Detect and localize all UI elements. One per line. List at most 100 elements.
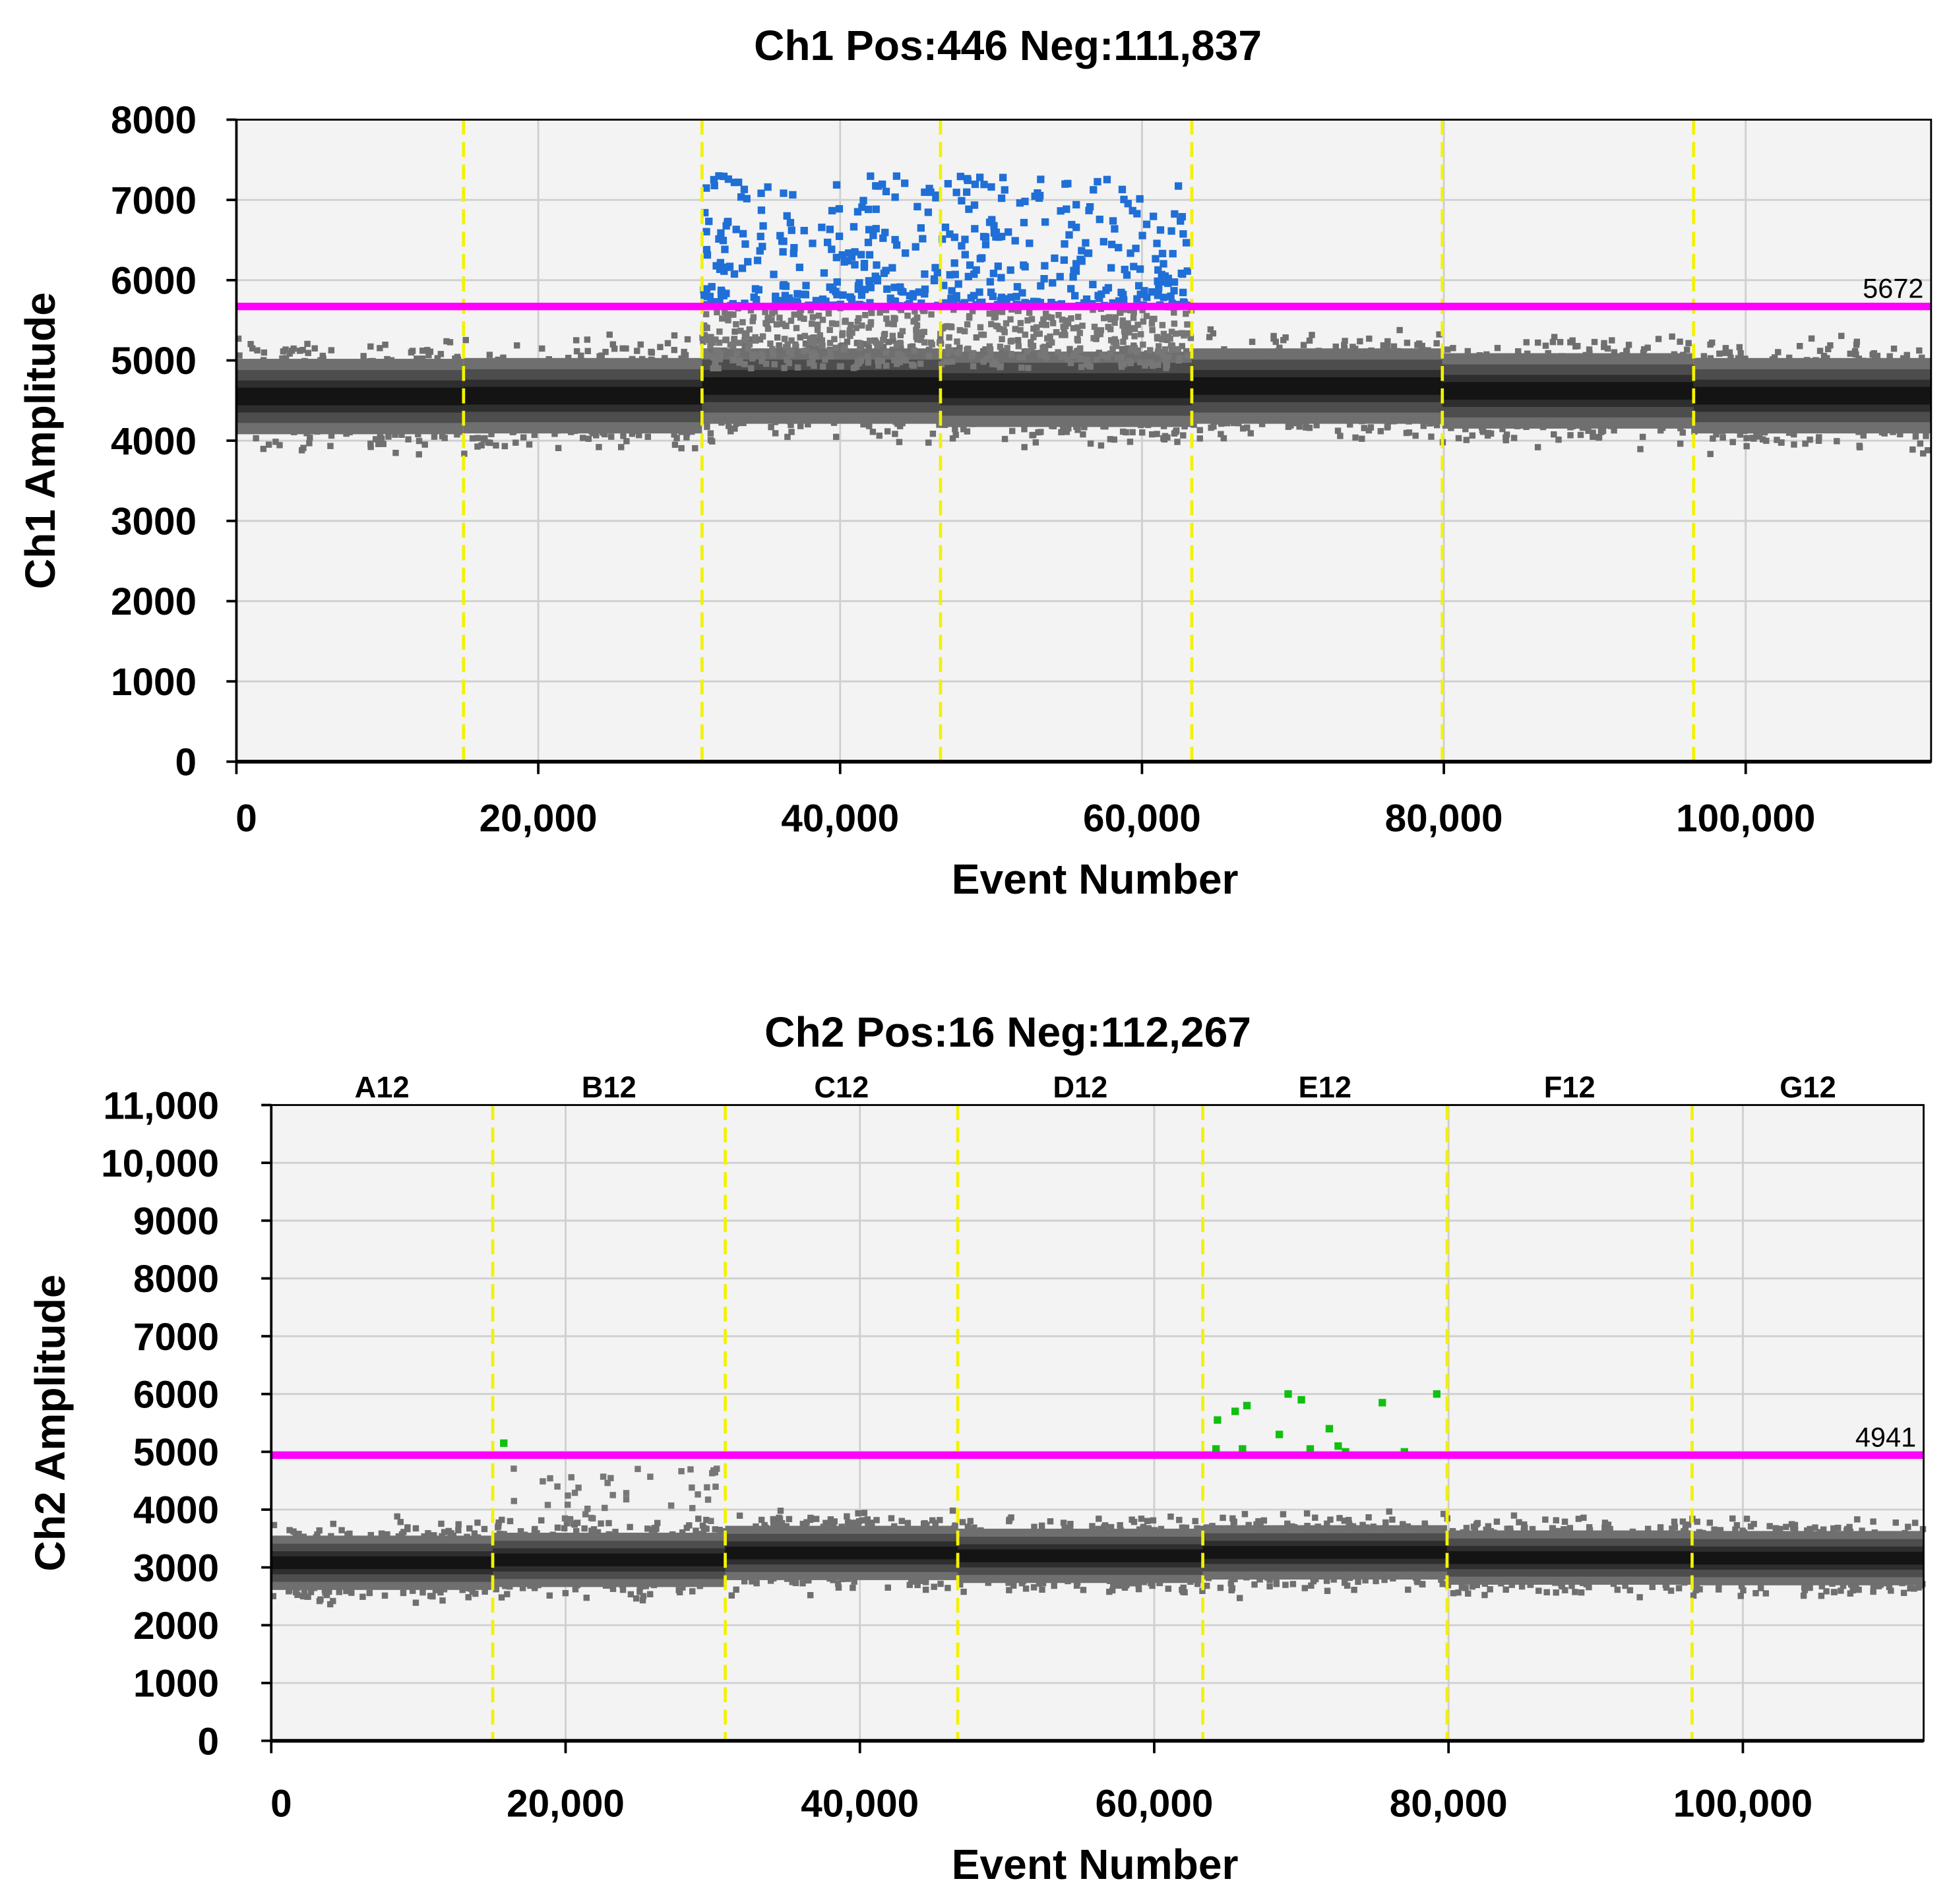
positive-droplet [851, 261, 859, 269]
rain-droplet [750, 314, 757, 321]
negative-droplet [1181, 423, 1188, 430]
negative-droplet [410, 1587, 416, 1594]
rain-droplet [759, 333, 766, 340]
negative-droplet [306, 440, 313, 446]
chart-title: Ch1 Pos:446 Neg:111,837 [754, 22, 1262, 69]
negative-droplet [1753, 429, 1760, 437]
negative-droplet-band [236, 387, 464, 406]
rain-droplet [1105, 324, 1111, 330]
negative-droplet [1149, 1582, 1156, 1589]
negative-droplet-band [1191, 377, 1442, 395]
positive-droplet [1078, 247, 1086, 255]
rain-droplet [1049, 320, 1057, 326]
negative-droplet [697, 1583, 703, 1589]
positive-droplet [890, 284, 898, 292]
negative-droplet [409, 348, 416, 354]
negative-droplet [311, 345, 318, 352]
negative-droplet [892, 431, 898, 437]
negative-droplet [1716, 1582, 1722, 1589]
rain-droplet [1067, 359, 1074, 367]
negative-droplet [929, 430, 937, 437]
negative-droplet [431, 1532, 437, 1539]
positive-droplet [1013, 283, 1022, 291]
negative-droplet [662, 355, 668, 361]
rain-droplet [1183, 311, 1189, 317]
positive-droplet [1104, 284, 1113, 292]
negative-droplet [741, 1578, 748, 1585]
negative-droplet [1390, 343, 1398, 350]
rain-droplet [846, 330, 853, 337]
y-tick-label: 4000 [133, 1489, 219, 1532]
negative-droplet [637, 341, 644, 348]
negative-droplet [937, 1580, 944, 1587]
negative-droplet [1579, 424, 1586, 431]
negative-droplet [952, 1522, 958, 1529]
negative-droplet [1347, 421, 1353, 428]
negative-droplet [792, 1580, 799, 1587]
rain-droplet [791, 311, 797, 318]
rain-droplet [708, 1518, 714, 1524]
negative-droplet [466, 1525, 473, 1532]
well-label: B12 [582, 1070, 636, 1104]
negative-droplet-band [1693, 386, 1931, 405]
negative-droplet [695, 1516, 702, 1522]
rain-droplet [1048, 314, 1055, 321]
rain-droplet [929, 341, 935, 348]
negative-droplet [1838, 332, 1845, 340]
rain-droplet [710, 354, 718, 361]
negative-droplet [1762, 1590, 1770, 1597]
negative-droplet [1555, 436, 1562, 443]
negative-droplet [1677, 338, 1683, 345]
negative-droplet [1081, 424, 1088, 431]
positive-droplet [980, 181, 988, 189]
positive-droplet [912, 243, 919, 251]
negative-droplet [1534, 444, 1541, 450]
positive-droplet [888, 264, 896, 272]
negative-droplet [1121, 347, 1129, 353]
negative-droplet [678, 355, 685, 362]
negative-droplet [678, 429, 685, 435]
rain-droplet [865, 359, 872, 366]
negative-droplet [1039, 1580, 1047, 1587]
positive-droplet [999, 173, 1007, 181]
positive-droplet [950, 233, 959, 241]
negative-droplet [1682, 1525, 1689, 1531]
negative-droplet [844, 1513, 850, 1520]
positive-droplet [1156, 226, 1165, 234]
y-tick-label: 1000 [133, 1663, 219, 1705]
rain-droplet [895, 351, 902, 357]
negative-droplet [1568, 1582, 1575, 1589]
negative-droplet [438, 1520, 445, 1527]
negative-droplet [546, 1592, 553, 1599]
rain-droplet [781, 365, 788, 371]
rain-droplet [992, 313, 999, 320]
rain-droplet [980, 358, 987, 365]
negative-droplet [1373, 1578, 1379, 1585]
negative-droplet [985, 1580, 992, 1586]
negative-droplet [291, 429, 297, 435]
negative-droplet [636, 432, 642, 439]
rain-droplet [1097, 330, 1103, 338]
positive-droplet [1119, 291, 1127, 299]
negative-droplet [1553, 1517, 1560, 1523]
negative-droplet [1119, 428, 1127, 435]
y-tick-label: 3000 [111, 501, 197, 543]
positive-droplet [702, 184, 710, 192]
negative-droplet [328, 1533, 334, 1539]
negative-droplet [1529, 1525, 1536, 1533]
positive-droplet [879, 234, 887, 242]
negative-droplet [1006, 1587, 1012, 1593]
negative-droplet [1892, 1519, 1899, 1526]
positive-droplet [710, 181, 718, 189]
negative-droplet [1743, 443, 1750, 450]
rain-droplet [1119, 317, 1126, 324]
negative-droplet [456, 429, 463, 435]
negative-droplet [758, 1516, 765, 1523]
rain-droplet [1179, 330, 1185, 336]
negative-droplet [851, 1578, 857, 1585]
negative-droplet [1243, 1574, 1250, 1581]
negative-droplet [526, 441, 533, 448]
negative-droplet [1609, 337, 1615, 344]
positive-droplet [1037, 282, 1045, 290]
negative-droplet [1109, 1587, 1116, 1594]
